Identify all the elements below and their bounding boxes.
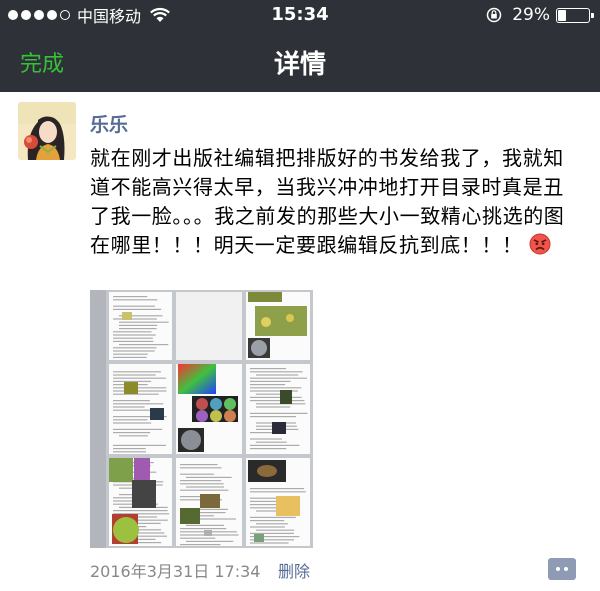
delete-button[interactable]: 删除 — [278, 558, 310, 582]
nav-bar: 完成 详情 — [0, 30, 600, 92]
status-bar-right: 29% — [486, 5, 594, 25]
page-title: 详情 — [273, 50, 326, 80]
book-layout-thumbnail — [90, 290, 313, 548]
avatar[interactable] — [18, 102, 76, 160]
post-text-body: 就在刚才出版社编辑把排版好的书发给我了，我就知道不能高兴得太早，当我兴冲冲地打开… — [90, 146, 565, 257]
moment-post: 乐乐 就在刚才出版社编辑把排版好的书发给我了，我就知道不能高兴得太早，当我兴冲冲… — [0, 92, 600, 591]
angry-face-icon — [529, 233, 551, 255]
rotation-lock-icon — [486, 7, 502, 23]
post-footer: 2016年3月31日 17:34 删除 — [90, 558, 590, 582]
author-name[interactable]: 乐乐 — [90, 110, 128, 137]
status-bar: 中国移动 15:34 29% — [0, 0, 600, 30]
battery-percent: 29% — [512, 5, 550, 25]
comment-more-icon[interactable] — [548, 558, 576, 580]
avatar-image — [18, 102, 76, 160]
post-text: 就在刚才出版社编辑把排版好的书发给我了，我就知道不能高兴得太早，当我兴冲冲地打开… — [90, 144, 570, 260]
battery-icon — [556, 7, 594, 23]
post-timestamp: 2016年3月31日 17:34 — [90, 562, 261, 581]
post-photo[interactable] — [90, 290, 313, 548]
